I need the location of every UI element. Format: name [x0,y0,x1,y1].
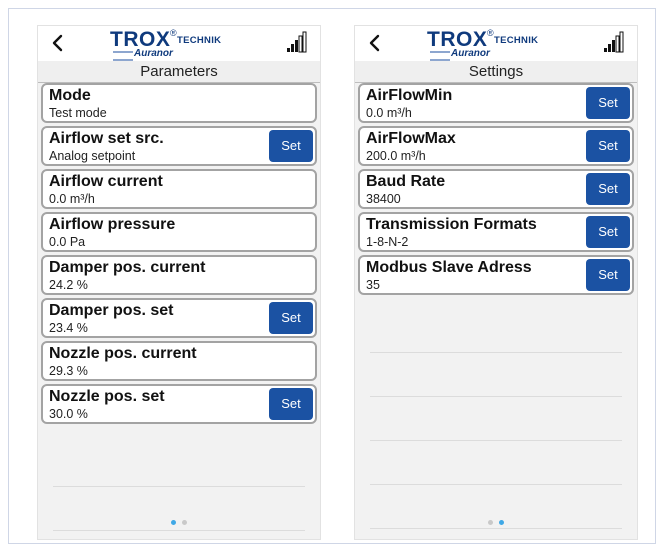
divider [370,396,622,397]
item-label: Airflow pressure [49,216,176,233]
page-dot[interactable] [488,520,493,525]
item-label: Nozzle pos. set [49,388,165,405]
signal-strength-icon [287,31,307,53]
divider [370,440,622,441]
item-value: 200.0 m³/h [366,149,426,163]
divider [370,484,622,485]
item-value: 29.3 % [49,364,88,378]
item-value: 0.0 Pa [49,235,86,249]
item-value: Analog setpoint [49,149,136,163]
item-value: 24.2 % [49,278,88,292]
list-item-nozzle-pos-set: Nozzle pos. set 30.0 % Set [41,384,317,424]
set-button[interactable]: Set [586,173,630,205]
trox-logo: TROX ® TECHNIK Auranor [110,28,222,61]
divider [53,530,305,531]
item-label: Baud Rate [366,173,446,190]
set-button[interactable]: Set [269,130,313,162]
page-title: Parameters [38,61,320,83]
item-label: Damper pos. current [49,259,206,276]
item-value: 23.4 % [49,321,88,335]
list-item-modbus-slave-adress: Modbus Slave Adress 35 Set [358,255,634,295]
item-label: Damper pos. set [49,302,174,319]
item-value: 1-8-N-2 [366,235,409,249]
item-label: AirFlowMax [366,130,456,147]
list-item-mode: Mode Test mode [41,83,317,123]
chevron-left-icon[interactable] [367,33,381,53]
page-dot-active[interactable] [171,520,176,525]
list-item-airflow-pressure: Airflow pressure 0.0 Pa [41,212,317,252]
page-title: Settings [355,61,637,83]
parameters-screen: TROX ® TECHNIK Auranor Parameters Mode T… [37,25,321,540]
item-value: 0.0 m³/h [366,106,412,120]
item-value: 38400 [366,192,401,206]
page-dot-active[interactable] [499,520,504,525]
set-button[interactable]: Set [586,130,630,162]
trox-logo: TROX ® TECHNIK Auranor [427,28,539,61]
parameter-list: Mode Test mode Airflow set src. Analog s… [38,83,320,427]
list-item-airflowmax: AirFlowMax 200.0 m³/h Set [358,126,634,166]
item-value: 35 [366,278,380,292]
item-value: Test mode [49,106,107,120]
app-header: TROX ® TECHNIK Auranor [355,26,637,61]
divider [370,528,622,529]
signal-strength-icon [604,31,624,53]
app-header: TROX ® TECHNIK Auranor [38,26,320,61]
set-button[interactable]: Set [269,388,313,420]
divider [53,486,305,487]
item-value: 0.0 m³/h [49,192,95,206]
page-indicator [38,520,320,525]
item-label: AirFlowMin [366,87,453,104]
item-value: 30.0 % [49,407,88,421]
list-item-damper-pos-current: Damper pos. current 24.2 % [41,255,317,295]
page-dot[interactable] [182,520,187,525]
list-item-baud-rate: Baud Rate 38400 Set [358,169,634,209]
list-item-transmission-formats: Transmission Formats 1-8-N-2 Set [358,212,634,252]
settings-list: AirFlowMin 0.0 m³/h Set AirFlowMax 200.0… [355,83,637,298]
item-label: Transmission Formats [366,216,537,233]
item-label: Mode [49,87,91,104]
item-label: Nozzle pos. current [49,345,197,362]
list-item-airflow-set-src: Airflow set src. Analog setpoint Set [41,126,317,166]
item-label: Airflow current [49,173,163,190]
set-button[interactable]: Set [586,87,630,119]
settings-screen: TROX ® TECHNIK Auranor Settings AirFlowM… [354,25,638,540]
item-label: Modbus Slave Adress [366,259,532,276]
set-button[interactable]: Set [586,259,630,291]
chevron-left-icon[interactable] [50,33,64,53]
list-item-airflow-current: Airflow current 0.0 m³/h [41,169,317,209]
list-item-nozzle-pos-current: Nozzle pos. current 29.3 % [41,341,317,381]
set-button[interactable]: Set [269,302,313,334]
page-indicator [355,520,637,525]
set-button[interactable]: Set [586,216,630,248]
item-label: Airflow set src. [49,130,164,147]
divider [370,352,622,353]
list-item-damper-pos-set: Damper pos. set 23.4 % Set [41,298,317,338]
list-item-airflowmin: AirFlowMin 0.0 m³/h Set [358,83,634,123]
